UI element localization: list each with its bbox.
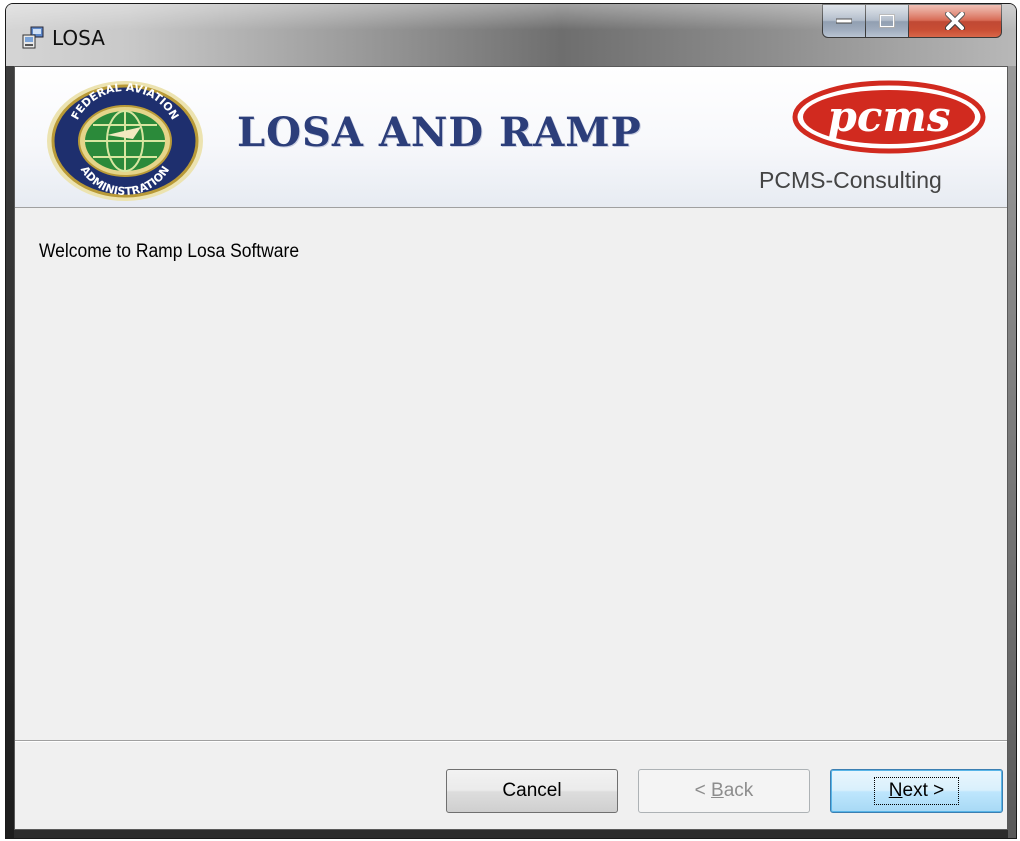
welcome-message: Welcome to Ramp Losa Software	[39, 241, 300, 262]
next-button[interactable]: Next >	[830, 769, 1003, 813]
close-icon	[945, 12, 965, 30]
back-button[interactable]: < Back	[638, 769, 810, 813]
installer-window: LOSA FEDERAL AVIATION ADMINISTRATION LOS…	[6, 4, 1016, 838]
minimize-icon	[836, 18, 852, 24]
window-left-frame	[6, 66, 14, 838]
installer-app-icon	[22, 26, 44, 49]
back-label: < Back	[694, 780, 754, 801]
wizard-client-area: FEDERAL AVIATION ADMINISTRATION LOSA AND…	[14, 66, 1008, 830]
title-bar[interactable]: LOSA	[6, 4, 1016, 66]
svg-text:pcms: pcms	[827, 92, 950, 141]
window-title: LOSA	[52, 26, 105, 50]
cancel-label: Cancel	[502, 780, 562, 801]
minimize-button[interactable]	[822, 4, 866, 38]
banner-title: LOSA AND RAMP	[237, 109, 642, 156]
maximize-icon	[879, 14, 895, 28]
next-label: Next >	[873, 777, 960, 805]
window-right-frame	[1008, 66, 1016, 838]
header-banner: FEDERAL AVIATION ADMINISTRATION LOSA AND…	[15, 67, 1007, 208]
footer-separator	[15, 740, 1007, 742]
cancel-button[interactable]: Cancel	[446, 769, 618, 813]
maximize-button[interactable]	[865, 4, 909, 38]
pcms-caption: PCMS-Consulting	[759, 167, 942, 193]
faa-seal-icon: FEDERAL AVIATION ADMINISTRATION	[47, 81, 203, 201]
close-button[interactable]	[908, 4, 1002, 38]
pcms-logo-icon: pcms	[792, 80, 986, 154]
